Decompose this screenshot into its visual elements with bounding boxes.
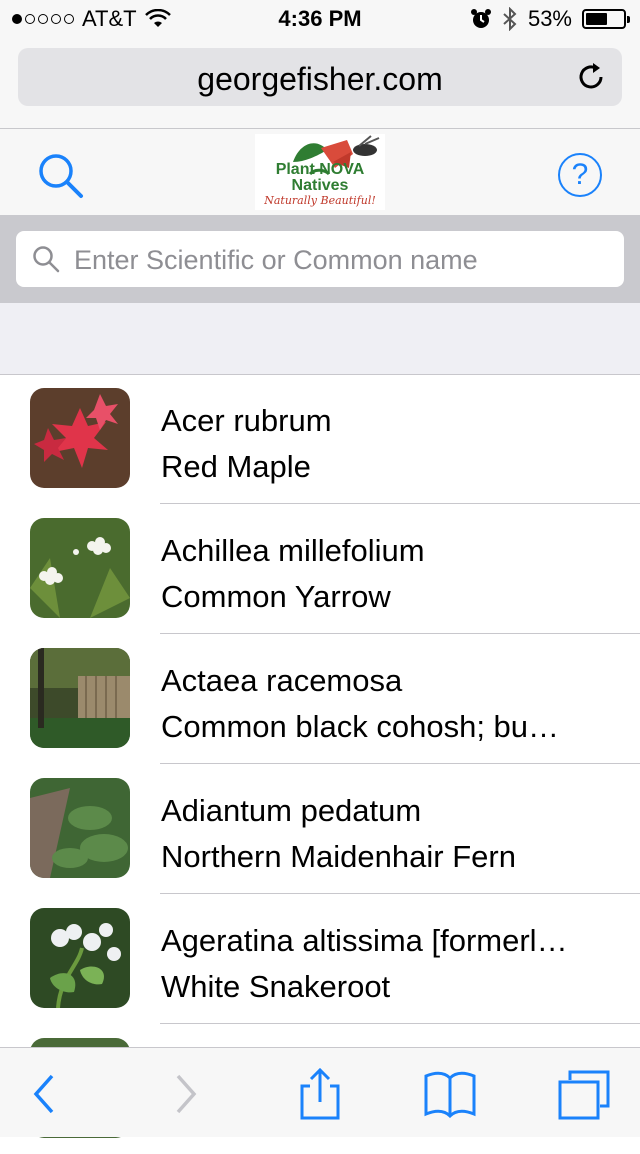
list-item[interactable]: Acer rubrum Red Maple [0,374,640,504]
scientific-name: Ageratina altissima [formerl… [161,923,568,958]
plant-thumbnail [30,518,130,618]
app-header: Plant NOVA Natives Naturally Beautiful! … [0,129,640,215]
forward-icon[interactable] [156,1068,212,1120]
scientific-name: Acer rubrum [161,403,332,438]
common-name: Northern Maidenhair Fern [161,839,516,874]
reload-icon[interactable] [574,60,608,94]
list-item[interactable]: Ageratina altissima [formerl… White Snak… [0,894,640,1024]
list-item[interactable]: Adiantum pedatum Northern Maidenhair Fer… [0,764,640,894]
common-name: Red Maple [161,449,311,484]
alarm-icon [470,9,491,28]
plant-thumbnail [30,908,130,1008]
help-button[interactable]: ? [558,153,602,197]
status-right-group: 53% [470,6,630,32]
bluetooth-icon [503,7,517,31]
search-icon[interactable] [36,151,86,201]
plant-thumbnail [30,388,130,488]
url-text[interactable]: georgefisher.com [18,61,622,98]
scientific-name: Adiantum pedatum [161,793,422,828]
common-name: Common black cohosh; bu… [161,709,560,744]
search-field-icon [33,246,60,273]
address-bar[interactable]: georgefisher.com [18,48,622,106]
logo-tagline: Naturally Beautiful! [264,194,376,207]
status-bar: AT&T 4:36 PM 53% [0,0,640,40]
section-spacer [0,303,640,375]
search-field[interactable] [16,231,624,289]
battery-icon [582,9,630,29]
plant-thumbnail [30,648,130,748]
search-input[interactable] [72,231,616,289]
plant-thumbnail [30,778,130,878]
browser-chrome: georgefisher.com [0,40,640,129]
common-name: White Snakeroot [161,969,391,1004]
browser-toolbar [0,1047,640,1137]
scientific-name: Achillea millefolium [161,533,425,568]
back-icon[interactable] [18,1068,74,1120]
plant-list: Acer rubrum Red Maple Achillea millefoli… [0,374,640,1154]
list-item[interactable]: Achillea millefolium Common Yarrow [0,504,640,634]
scientific-name: Actaea racemosa [161,663,403,698]
logo-text: Plant NOVA Natives [275,161,365,194]
common-name: Common Yarrow [161,579,391,614]
list-item[interactable]: Actaea racemosa Common black cohosh; bu… [0,634,640,764]
app-logo: Plant NOVA Natives Naturally Beautiful! [255,134,385,210]
search-bar-container [0,215,640,303]
bookmarks-icon[interactable] [422,1068,478,1120]
share-icon[interactable] [292,1068,348,1120]
tabs-icon[interactable] [556,1068,612,1120]
battery-percent: 53% [527,6,572,31]
